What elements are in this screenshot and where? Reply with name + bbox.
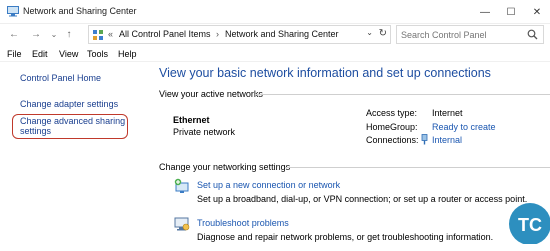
address-bar[interactable]: « All Control Panel Items › Network and … bbox=[88, 25, 391, 44]
search-input[interactable] bbox=[401, 29, 521, 41]
search-icon[interactable] bbox=[527, 29, 538, 40]
sidebar-item-change-adapter-settings[interactable]: Change adapter settings bbox=[20, 99, 118, 109]
sidebar: Control Panel Home Change adapter settin… bbox=[0, 62, 150, 251]
menu-edit[interactable]: Edit bbox=[32, 49, 48, 59]
menu-bar: File Edit View Tools Help bbox=[0, 46, 550, 62]
setup-connection-description: Set up a broadband, dial-up, or VPN conn… bbox=[197, 194, 528, 204]
new-connection-icon bbox=[174, 178, 189, 193]
menu-tools[interactable]: Tools bbox=[87, 49, 108, 59]
change-settings-label: Change your networking settings bbox=[159, 162, 291, 172]
connections-label: Connections: bbox=[366, 135, 419, 145]
title-bar: Network and Sharing Center — ☐ ✕ bbox=[0, 0, 550, 24]
network-name: Ethernet bbox=[173, 115, 210, 125]
sidebar-item-advanced-sharing-line2[interactable]: settings bbox=[20, 126, 51, 136]
minimize-button[interactable]: — bbox=[472, 0, 498, 24]
breadcrumb-network-center[interactable]: Network and Sharing Center bbox=[225, 29, 339, 39]
active-networks-label: View your active networks bbox=[159, 89, 263, 99]
refresh-icon[interactable]: ↻ bbox=[379, 28, 387, 39]
setup-connection-link[interactable]: Set up a new connection or network bbox=[197, 180, 340, 190]
window-title: Network and Sharing Center bbox=[23, 6, 137, 16]
search-box[interactable] bbox=[396, 25, 544, 44]
ethernet-icon bbox=[421, 134, 428, 145]
troubleshoot-description: Diagnose and repair network problems, or… bbox=[197, 232, 494, 242]
menu-help[interactable]: Help bbox=[118, 49, 137, 59]
forward-arrow-icon[interactable]: → bbox=[30, 27, 42, 41]
connection-link[interactable]: Internal bbox=[432, 135, 462, 145]
access-type-value: Internet bbox=[432, 108, 463, 118]
sidebar-item-advanced-sharing-line1[interactable]: Change advanced sharing bbox=[20, 116, 125, 126]
control-panel-icon bbox=[93, 30, 103, 40]
address-dropdown-icon[interactable]: ⌄ bbox=[366, 28, 373, 37]
sidebar-item-control-panel-home[interactable]: Control Panel Home bbox=[20, 73, 101, 83]
menu-file[interactable]: File bbox=[7, 49, 22, 59]
recent-locations-icon[interactable]: ⌄ bbox=[48, 27, 60, 41]
page-title: View your basic network information and … bbox=[159, 66, 491, 80]
network-type: Private network bbox=[173, 127, 236, 137]
close-button[interactable]: ✕ bbox=[524, 0, 550, 24]
window-controls: — ☐ ✕ bbox=[472, 0, 550, 24]
back-arrow-icon[interactable]: ← bbox=[8, 27, 20, 41]
menu-view[interactable]: View bbox=[59, 49, 78, 59]
section-divider bbox=[285, 167, 550, 168]
access-type-label: Access type: bbox=[366, 108, 418, 118]
network-center-icon bbox=[7, 6, 19, 17]
tc-watermark-logo: TC bbox=[509, 203, 550, 244]
watermark-text: TC bbox=[518, 215, 542, 235]
homegroup-label: HomeGroup: bbox=[366, 122, 418, 132]
main-content: View your basic network information and … bbox=[150, 62, 550, 251]
maximize-button[interactable]: ☐ bbox=[498, 0, 524, 24]
breadcrumb-overflow-icon[interactable]: « bbox=[108, 29, 113, 39]
section-divider bbox=[255, 94, 550, 95]
troubleshoot-link[interactable]: Troubleshoot problems bbox=[197, 218, 289, 228]
breadcrumb-separator-icon[interactable]: › bbox=[216, 29, 219, 39]
troubleshoot-icon bbox=[174, 217, 190, 231]
breadcrumb-all-items[interactable]: All Control Panel Items bbox=[119, 29, 211, 39]
homegroup-link[interactable]: Ready to create bbox=[432, 122, 496, 132]
up-arrow-icon[interactable]: ↑ bbox=[63, 27, 75, 41]
address-bar-row: ← → ⌄ ↑ « All Control Panel Items › Netw… bbox=[0, 24, 550, 45]
